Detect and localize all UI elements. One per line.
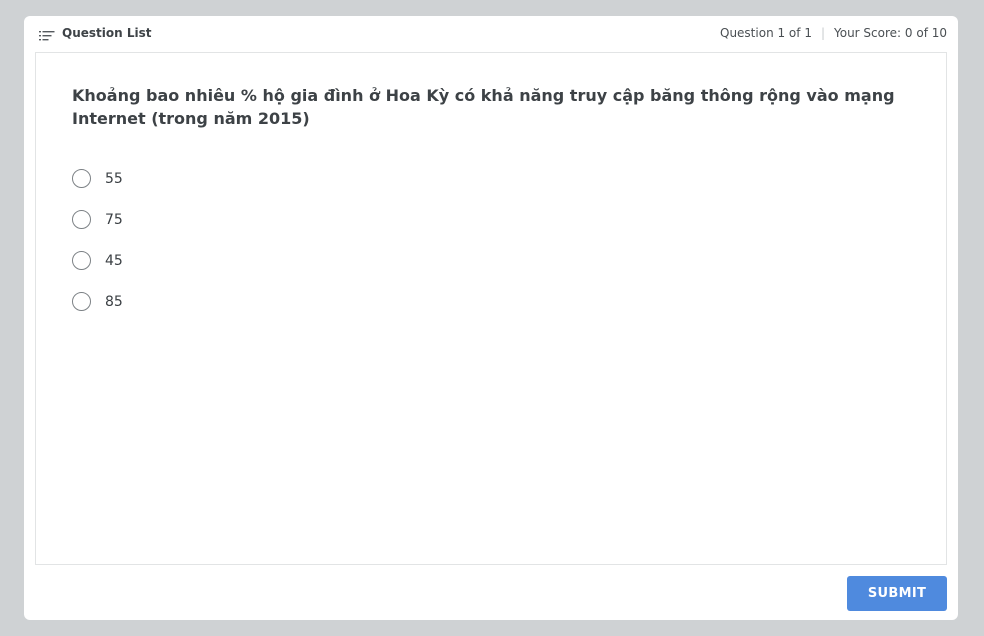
radio-button[interactable] [72, 292, 91, 311]
quiz-meta: Question 1 of 1 | Your Score: 0 of 10 [720, 26, 947, 40]
radio-button[interactable] [72, 169, 91, 188]
answer-option[interactable]: 55 [72, 158, 123, 199]
answer-option-label: 85 [105, 293, 123, 310]
question-text: Khoảng bao nhiêu % hộ gia đình ở Hoa Kỳ … [72, 86, 895, 128]
question-list-button[interactable]: Question List [39, 26, 152, 41]
radio-button[interactable] [72, 210, 91, 229]
quiz-header: Question List Question 1 of 1 | Your Sco… [24, 16, 958, 52]
answer-option[interactable]: 45 [72, 240, 123, 281]
list-icon [39, 27, 55, 41]
question-list-label: Question List [62, 26, 152, 40]
answer-option-label: 55 [105, 170, 123, 187]
answer-option[interactable]: 85 [72, 281, 123, 322]
meta-divider: | [820, 26, 825, 40]
answer-option[interactable]: 75 [72, 199, 123, 240]
answer-option-label: 45 [105, 252, 123, 269]
quiz-card: Question List Question 1 of 1 | Your Sco… [24, 16, 958, 620]
radio-button[interactable] [72, 251, 91, 270]
score-display: Your Score: 0 of 10 [834, 26, 947, 40]
answer-option-label: 75 [105, 211, 123, 228]
question-panel: Khoảng bao nhiêu % hộ gia đình ở Hoa Kỳ … [35, 52, 947, 565]
answer-options: 55 75 45 85 [72, 158, 123, 322]
question-counter: Question 1 of 1 [720, 26, 812, 40]
submit-button[interactable]: SUBMIT [847, 576, 947, 611]
